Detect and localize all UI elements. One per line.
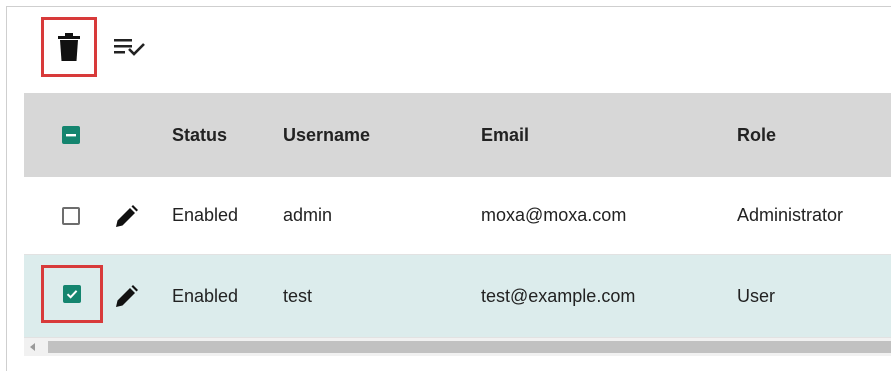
cell-email: moxa@moxa.com: [481, 205, 627, 225]
column-header-username[interactable]: Username: [283, 93, 370, 177]
cell-status: Enabled: [172, 205, 239, 225]
cell-status: Enabled: [172, 285, 239, 306]
table-header: Status Username Email Role: [24, 93, 891, 177]
delete-button[interactable]: [41, 17, 97, 77]
pencil-icon: [116, 204, 138, 227]
table-row[interactable]: Enabled test test@example.com User: [24, 255, 891, 338]
checkmark-icon: [66, 290, 78, 299]
row-checkbox[interactable]: [62, 206, 80, 225]
trash-icon: [58, 33, 80, 61]
cell-username: test: [283, 285, 313, 306]
edit-button[interactable]: [116, 204, 138, 227]
cell-role: Administrator: [737, 205, 844, 225]
toolbar: [7, 7, 891, 93]
caret-left-icon: [30, 343, 35, 351]
pencil-icon: [116, 285, 138, 307]
users-panel: Status Username Email Role Enabled admin…: [6, 6, 891, 371]
scrollbar-thumb[interactable]: [48, 341, 891, 353]
edit-button[interactable]: [116, 285, 138, 307]
row-checkbox[interactable]: [63, 285, 81, 303]
cell-username: admin: [283, 205, 333, 225]
checkbox-highlight-box: [41, 265, 103, 323]
indeterminate-icon: [66, 134, 76, 137]
cell-role: User: [737, 285, 776, 306]
column-header-email[interactable]: Email: [481, 93, 529, 177]
column-header-role[interactable]: Role: [737, 93, 776, 177]
playlist-check-icon: [114, 39, 145, 56]
scroll-left-button[interactable]: [24, 338, 42, 356]
horizontal-scrollbar[interactable]: [24, 338, 891, 356]
column-header-status[interactable]: Status: [172, 93, 227, 177]
table-row[interactable]: Enabled admin moxa@moxa.com Administrato…: [24, 177, 891, 255]
users-table: Status Username Email Role Enabled admin…: [24, 93, 891, 338]
select-all-checkbox[interactable]: [62, 126, 80, 144]
cell-email: test@example.com: [481, 285, 636, 306]
select-all-button[interactable]: [111, 31, 151, 63]
